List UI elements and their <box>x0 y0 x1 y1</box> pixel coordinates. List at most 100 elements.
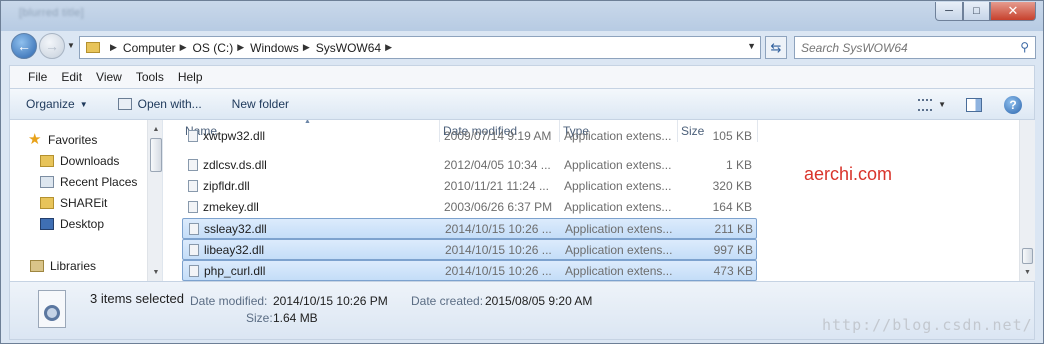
back-button[interactable]: ← <box>11 33 37 59</box>
recent-places-icon <box>40 176 54 188</box>
navigation-bar: ← → ▼ ▶ Computer ▶ OS (C:) ▶ Windows ▶ S… <box>1 31 1043 63</box>
star-icon: ★ <box>28 131 42 148</box>
menu-tools[interactable]: Tools <box>136 70 164 84</box>
organize-button[interactable]: Organize ▼ <box>26 97 88 111</box>
file-row[interactable]: zmekey.dll 2003/06/26 6:37 PM Application … <box>182 197 757 218</box>
date-modified-value: 2014/10/15 10:26 PM <box>273 294 388 308</box>
explorer-window: [blurred title] ─ □ ✕ ← → ▼ ▶ Computer ▶… <box>0 0 1044 344</box>
nav-recent-places[interactable]: Recent Places <box>40 175 137 189</box>
breadcrumb-chevron-icon[interactable]: ▶ <box>385 42 392 53</box>
nav-shareit-label: SHAREit <box>60 196 108 210</box>
file-type: Application extens... <box>564 158 672 172</box>
file-name: zipfldr.dll <box>188 179 250 193</box>
file-date: 2010/11/21 11:24 ... <box>444 179 549 193</box>
shareit-folder-icon <box>40 197 54 209</box>
dll-file-icon <box>189 244 199 256</box>
file-list-scrollbar[interactable]: ▼ <box>1019 120 1035 281</box>
new-folder-label: New folder <box>231 97 290 111</box>
nav-libraries-label: Libraries <box>50 259 97 273</box>
file-row[interactable]: zdlcsv.ds.dll 2012/04/05 10:34 ... Applica… <box>182 155 757 176</box>
file-name: xwtpw32.dll <box>188 129 265 143</box>
close-button[interactable]: ✕ <box>990 2 1036 21</box>
scroll-thumb[interactable] <box>1022 248 1033 264</box>
minimize-button[interactable]: ─ <box>935 2 963 21</box>
help-icon[interactable]: ? <box>1004 95 1022 114</box>
nav-desktop[interactable]: Desktop <box>40 217 104 231</box>
breadcrumb-chevron-icon[interactable]: ▶ <box>180 42 187 53</box>
nav-recent-label: Recent Places <box>60 175 138 189</box>
file-row[interactable]: xwtpw32.dll 2009/07/14 9:19 AM Application… <box>182 129 757 156</box>
forward-button[interactable]: → <box>39 33 65 59</box>
file-type: Application extens... <box>565 243 673 257</box>
file-row[interactable]: libeay32.dll 2014/10/15 10:26 ... Applicat… <box>182 239 757 260</box>
command-bar: Organize ▼ Open with... New folder ▼ ? <box>9 89 1035 120</box>
recent-pages-dropdown[interactable]: ▼ <box>67 41 75 50</box>
file-name: zmekey.dll <box>188 200 259 214</box>
file-name-text: php_curl.dll <box>204 264 266 278</box>
nav-shareit[interactable]: SHAREit <box>40 196 107 210</box>
scroll-up-icon[interactable]: ▲ <box>148 122 162 136</box>
date-modified-label: Date modified: <box>190 294 268 308</box>
sort-ascending-icon: ▲ <box>304 120 311 125</box>
file-size: 1 KB <box>725 158 752 172</box>
menu-edit[interactable]: Edit <box>61 70 82 84</box>
breadcrumb-computer[interactable]: Computer <box>123 41 176 55</box>
dll-file-icon <box>188 180 198 192</box>
view-options-dropdown[interactable]: ▼ <box>938 100 946 109</box>
scroll-down-icon[interactable]: ▼ <box>1020 265 1035 279</box>
new-folder-button[interactable]: New folder <box>232 97 289 111</box>
file-size: 473 KB <box>713 264 753 278</box>
file-type: Application extens... <box>564 200 672 214</box>
file-name: php_curl.dll <box>189 264 265 278</box>
file-name: ssleay32.dll <box>189 222 267 236</box>
chevron-down-icon: ▼ <box>79 99 88 109</box>
menu-help[interactable]: Help <box>178 70 203 84</box>
dll-file-icon <box>188 159 198 171</box>
scroll-thumb[interactable] <box>150 138 162 172</box>
nav-libraries[interactable]: Libraries <box>30 259 96 273</box>
search-box[interactable]: ⚲ <box>794 36 1036 59</box>
address-dropdown-icon[interactable]: ▼ <box>747 41 756 51</box>
nav-scrollbar[interactable]: ▲ ▼ <box>147 120 162 281</box>
nav-favorites[interactable]: ★ Favorites <box>28 131 97 148</box>
dll-file-icon <box>188 130 198 142</box>
refresh-button[interactable]: ⇆ <box>765 36 787 59</box>
breadcrumb-chevron-icon[interactable]: ▶ <box>237 42 244 53</box>
file-row[interactable]: zipfldr.dll 2010/11/21 11:24 ... Applicati… <box>182 176 757 197</box>
file-date: 2003/06/26 6:37 PM <box>444 200 553 214</box>
title-bar: [blurred title] ─ □ ✕ <box>1 1 1043 31</box>
change-view-icon[interactable] <box>918 98 933 111</box>
breadcrumb-drive[interactable]: OS (C:) <box>193 41 234 55</box>
file-row[interactable]: ssleay32.dll 2014/10/15 10:26 ... Applicat… <box>182 218 757 239</box>
file-row[interactable]: php_curl.dll 2014/10/15 10:26 ... Applicat… <box>182 260 757 281</box>
nav-desktop-label: Desktop <box>60 217 105 231</box>
open-with-label: Open with... <box>137 97 202 111</box>
scroll-down-icon[interactable]: ▼ <box>148 265 162 279</box>
date-created-label: Date created: <box>411 294 484 308</box>
search-input[interactable] <box>801 40 1001 55</box>
breadcrumb-windows[interactable]: Windows <box>250 41 299 55</box>
file-type: Application extens... <box>565 222 673 236</box>
open-with-button[interactable]: Open with... <box>117 97 202 111</box>
preview-pane-icon[interactable] <box>966 97 982 112</box>
address-bar[interactable]: ▶ Computer ▶ OS (C:) ▶ Windows ▶ SysWOW6… <box>79 36 761 59</box>
file-name-text: ssleay32.dll <box>204 222 267 236</box>
breadcrumb-chevron-icon[interactable]: ▶ <box>110 42 117 53</box>
dll-file-icon <box>189 223 199 235</box>
navigation-pane: ★ Favorites Downloads Recent Places SHAR… <box>10 120 163 281</box>
site-overlay-text: aerchi.com <box>804 164 893 184</box>
file-type-icon <box>38 290 66 328</box>
breadcrumb-syswow64[interactable]: SysWOW64 <box>316 41 381 55</box>
file-name: libeay32.dll <box>189 243 264 257</box>
search-icon[interactable]: ⚲ <box>1020 40 1029 54</box>
maximize-button[interactable]: □ <box>963 2 990 21</box>
menu-file[interactable]: File <box>28 70 47 84</box>
breadcrumb-chevron-icon[interactable]: ▶ <box>303 42 310 53</box>
file-name-text: zipfldr.dll <box>203 179 250 193</box>
file-date: 2014/10/15 10:26 ... <box>445 264 552 278</box>
menu-view[interactable]: View <box>96 70 122 84</box>
downloads-folder-icon <box>40 155 54 167</box>
nav-downloads[interactable]: Downloads <box>40 154 119 168</box>
libraries-icon <box>30 260 44 272</box>
details-pane: 3 items selected Date modified: 2014/10/… <box>9 282 1035 340</box>
